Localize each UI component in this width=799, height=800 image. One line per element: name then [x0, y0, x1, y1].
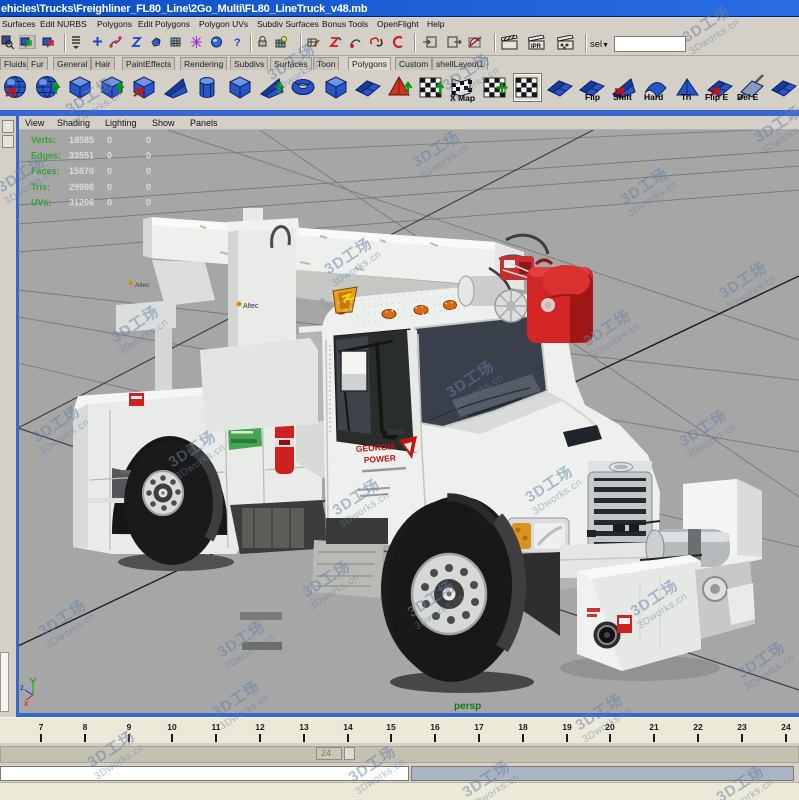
svg-text:0: 0: [107, 197, 112, 207]
svg-text:0: 0: [146, 135, 151, 145]
svg-text:0: 0: [146, 197, 151, 207]
svg-text:Flip E: Flip E: [705, 92, 728, 102]
svg-text:0: 0: [107, 182, 112, 192]
svg-text:31206: 31206: [69, 197, 94, 207]
svg-text:Shift: Shift: [613, 92, 632, 102]
svg-text:0: 0: [146, 182, 151, 192]
svg-text:33551: 33551: [69, 151, 94, 161]
svg-text:Verts:: Verts:: [31, 135, 56, 145]
svg-text:18585: 18585: [69, 135, 94, 145]
svg-text:0: 0: [146, 151, 151, 161]
svg-text:0: 0: [107, 166, 112, 176]
svg-text:UVs:: UVs:: [31, 197, 52, 207]
svg-text:x: x: [24, 699, 29, 708]
svg-text:Altec: Altec: [135, 282, 150, 289]
svg-text:Altec: Altec: [243, 303, 259, 310]
svg-text:15870: 15870: [69, 166, 94, 176]
svg-text:0: 0: [107, 135, 112, 145]
svg-text:X Map: X Map: [450, 93, 475, 103]
svg-text:Faces:: Faces:: [31, 166, 60, 176]
svg-text:Tri: Tri: [681, 92, 691, 102]
svg-text:z: z: [20, 683, 24, 692]
svg-text:?: ?: [234, 37, 241, 49]
svg-text:Edges:: Edges:: [31, 151, 61, 161]
svg-text:0: 0: [107, 151, 112, 161]
svg-text:29998: 29998: [69, 182, 94, 192]
svg-text:Tris:: Tris:: [31, 182, 50, 192]
svg-text:IPR: IPR: [531, 44, 542, 50]
svg-text:Flip: Flip: [585, 92, 600, 102]
svg-text:Hard: Hard: [644, 92, 663, 102]
svg-text:0: 0: [146, 166, 151, 176]
svg-text:Del E: Del E: [737, 92, 759, 102]
svg-text:persp: persp: [454, 701, 481, 712]
